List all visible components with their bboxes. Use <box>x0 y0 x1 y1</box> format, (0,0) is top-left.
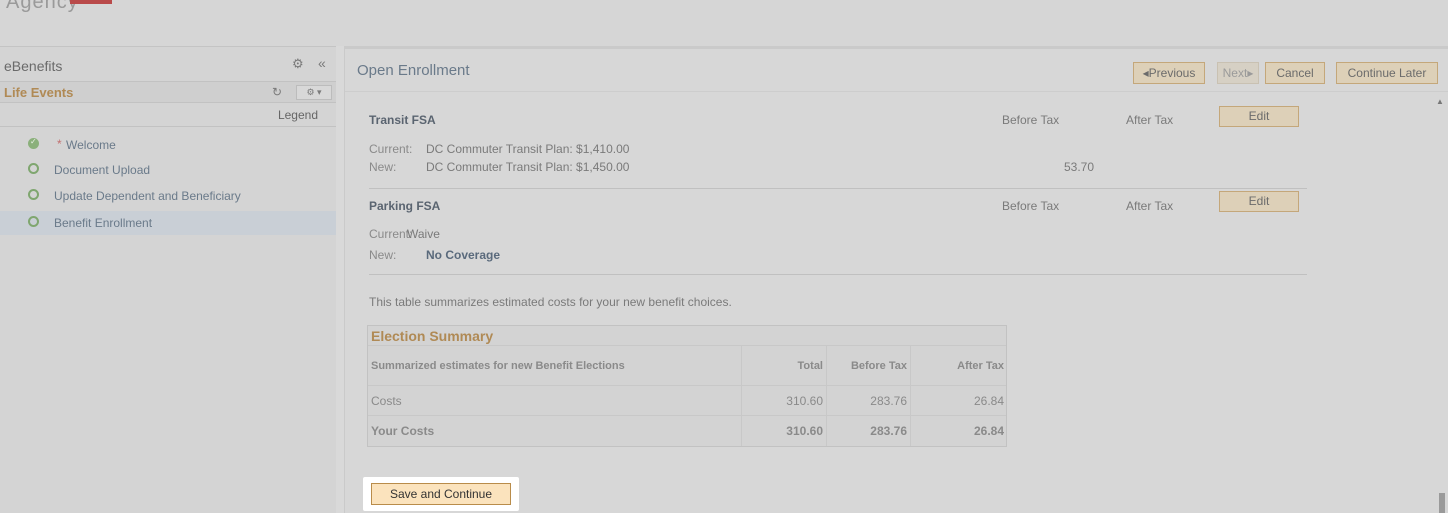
complete-status-icon <box>28 137 39 149</box>
required-marker: * <box>57 137 62 151</box>
edit-button[interactable]: Edit <box>1219 191 1299 212</box>
sidebar-item-benefit-enrollment[interactable]: Benefit Enrollment <box>0 211 336 235</box>
legend-row: Legend <box>0 103 336 127</box>
sidebar-item-label: Update Dependent and Beneficiary <box>54 189 241 203</box>
before-tax-label: Before Tax <box>1002 113 1060 127</box>
sidebar-item-label: Welcome <box>66 138 116 152</box>
table-cell: 283.76 <box>826 416 910 446</box>
continue-later-button[interactable]: Continue Later <box>1336 62 1438 84</box>
logo-accent-bar <box>70 0 112 4</box>
table-cell: 283.76 <box>826 386 910 415</box>
open-status-icon <box>28 189 39 200</box>
new-label: New: <box>369 248 397 262</box>
table-cell: Costs <box>371 393 402 408</box>
previous-button[interactable]: ◂Previous <box>1133 62 1205 84</box>
gear-icon[interactable]: ⚙ <box>292 56 304 72</box>
open-status-icon <box>28 216 39 227</box>
agency-logo: Agency <box>6 0 79 13</box>
before-tax-label: Before Tax <box>1002 199 1060 213</box>
new-value: No Coverage <box>426 248 501 262</box>
page-title: Open Enrollment <box>357 62 470 79</box>
top-banner: Agency <box>0 0 1448 46</box>
plan-parking-fsa: Parking FSA Before Tax After Tax Edit Cu… <box>369 189 1307 273</box>
plan-name: Parking FSA <box>369 199 441 213</box>
new-value: DC Commuter Transit Plan: $1,450.00 <box>426 160 630 174</box>
collapse-icon[interactable]: « <box>318 55 326 71</box>
column-header: After Tax <box>910 346 1007 385</box>
main-panel: Open Enrollment ◂Previous Next▸ Cancel C… <box>344 46 1448 513</box>
section-title: Life Events <box>4 85 74 100</box>
current-value: Waive <box>407 227 440 241</box>
table-cell: Your Costs <box>371 424 435 438</box>
section-menu-button[interactable]: ⚙ ▾ <box>296 85 332 100</box>
plan-transit-fsa: Transit FSA Before Tax After Tax Edit Cu… <box>369 103 1307 183</box>
column-header: Total <box>741 346 826 385</box>
sidebar-item-document-upload[interactable]: Document Upload <box>0 158 336 182</box>
sidebar-item-update-dependent[interactable]: Update Dependent and Beneficiary <box>0 184 336 208</box>
column-header: Summarized estimates for new Benefit Ele… <box>371 359 625 372</box>
sidebar-title: eBenefits <box>4 58 63 74</box>
new-before-tax-amount: 53.70 <box>1064 160 1095 174</box>
table-header-row: Summarized estimates for new Benefit Ele… <box>368 346 1006 386</box>
table-title: Election Summary <box>368 326 1006 346</box>
page-header: Open Enrollment ◂Previous Next▸ Cancel C… <box>345 49 1448 92</box>
next-button[interactable]: Next▸ <box>1217 62 1259 84</box>
table-row: Costs 310.60 283.76 26.84 <box>368 386 1006 416</box>
scroll-up-icon[interactable]: ▲ <box>1436 97 1444 106</box>
column-header: Before Tax <box>826 346 910 385</box>
current-value: DC Commuter Transit Plan: $1,410.00 <box>426 142 630 156</box>
current-label: Current: <box>369 227 413 241</box>
save-highlight: Save and Continue <box>363 477 519 511</box>
sidebar-item-label: Document Upload <box>54 163 151 177</box>
save-and-continue-button[interactable]: Save and Continue <box>371 483 511 505</box>
legend-link[interactable]: Legend <box>278 108 318 122</box>
after-tax-label: After Tax <box>1126 113 1174 127</box>
cancel-button[interactable]: Cancel <box>1265 62 1325 84</box>
edit-button[interactable]: Edit <box>1219 106 1299 127</box>
divider <box>369 274 1307 275</box>
sidebar: eBenefits ⚙ « Life Events ↻ ⚙ ▾ Legend *… <box>0 46 336 513</box>
table-cell: 310.60 <box>741 386 826 415</box>
new-label: New: <box>369 160 397 174</box>
sidebar-header: eBenefits ⚙ « <box>0 47 336 81</box>
summary-note: This table summarizes estimated costs fo… <box>369 295 732 309</box>
sidebar-item-label: Benefit Enrollment <box>54 216 153 230</box>
table-row: Your Costs 310.60 283.76 26.84 <box>368 416 1006 446</box>
sidebar-section-header: Life Events ↻ ⚙ ▾ <box>0 81 336 103</box>
election-summary-table: Election Summary Summarized estimates fo… <box>367 325 1007 447</box>
sidebar-item-welcome[interactable]: * Welcome <box>0 133 336 157</box>
plan-name: Transit FSA <box>369 113 436 127</box>
table-cell: 310.60 <box>741 416 826 446</box>
current-label: Current: <box>369 142 413 156</box>
table-cell: 26.84 <box>910 416 1007 446</box>
after-tax-label: After Tax <box>1126 199 1174 213</box>
refresh-icon[interactable]: ↻ <box>272 85 282 99</box>
table-cell: 26.84 <box>910 386 1007 415</box>
open-status-icon <box>28 163 39 174</box>
scrollbar-thumb[interactable] <box>1439 493 1445 513</box>
